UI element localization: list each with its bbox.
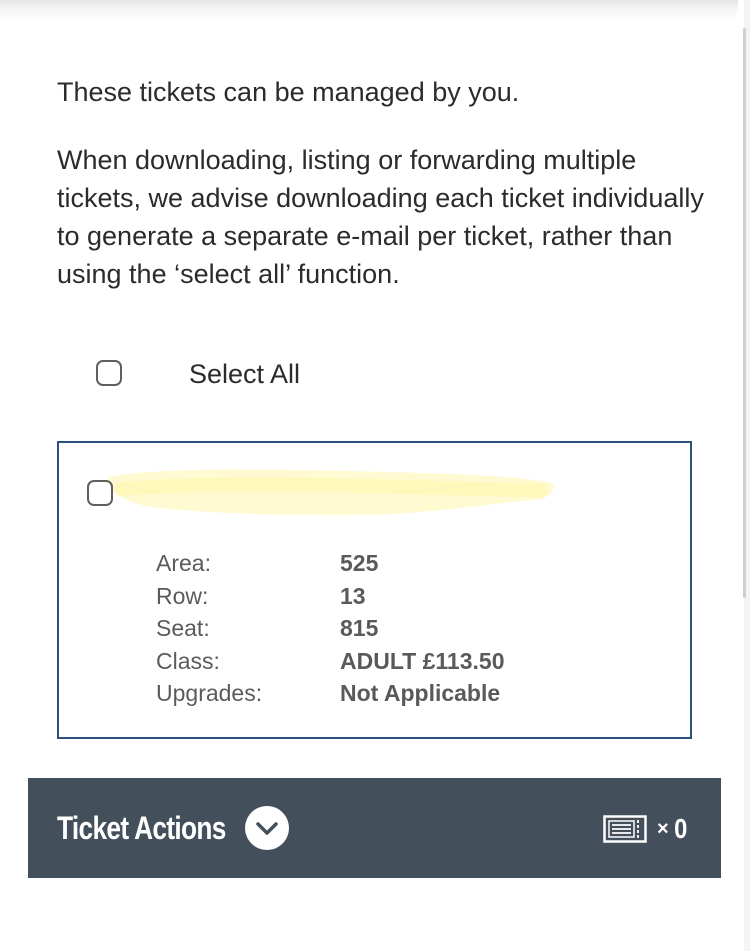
detail-value: Not Applicable xyxy=(340,680,501,706)
scrollbar[interactable] xyxy=(743,28,746,598)
detail-seat: Seat: 815 xyxy=(156,612,504,645)
detail-label: Area: xyxy=(156,550,211,576)
detail-upgrades: Upgrades: Not Applicable xyxy=(156,677,504,710)
ticket-actions-bar[interactable]: Ticket Actions × 0 xyxy=(28,778,721,878)
count-multiplier: × xyxy=(657,817,669,840)
ticket-card: Area: 525 Row: 13 Seat: 815 Class: ADULT… xyxy=(57,441,692,739)
ticket-actions-title[interactable]: Ticket Actions xyxy=(57,808,226,848)
ticket-count: × 0 xyxy=(603,813,688,845)
detail-label: Class: xyxy=(156,647,220,674)
advice-text: When downloading, listing or forwarding … xyxy=(57,145,704,289)
detail-row-num: Row: 13 xyxy=(156,580,504,613)
detail-label: Upgrades: xyxy=(156,680,263,706)
detail-value: 815 xyxy=(340,615,379,641)
count-value: 0 xyxy=(673,813,688,844)
ticket-details: Area: 525 Row: 13 Seat: 815 Class: ADULT… xyxy=(156,547,504,710)
detail-area: Area: 525 xyxy=(156,547,504,580)
select-all-label[interactable]: Select All xyxy=(189,356,300,392)
select-all-checkbox[interactable] xyxy=(96,360,122,386)
ticket-icon xyxy=(603,815,647,843)
header-shadow xyxy=(0,0,738,22)
detail-label: Seat: xyxy=(156,615,210,641)
redaction-highlight xyxy=(107,469,554,516)
detail-class: Class: ADULT £113.50 xyxy=(156,645,504,678)
chevron-down-icon[interactable] xyxy=(245,806,289,850)
detail-label: Row: xyxy=(156,582,209,609)
detail-value: 525 xyxy=(340,550,379,576)
intro-text: These tickets can be managed by you. xyxy=(57,77,520,107)
detail-value: ADULT £113.50 xyxy=(340,647,505,674)
detail-value: 13 xyxy=(340,582,366,609)
ticket-checkbox[interactable] xyxy=(87,480,113,506)
